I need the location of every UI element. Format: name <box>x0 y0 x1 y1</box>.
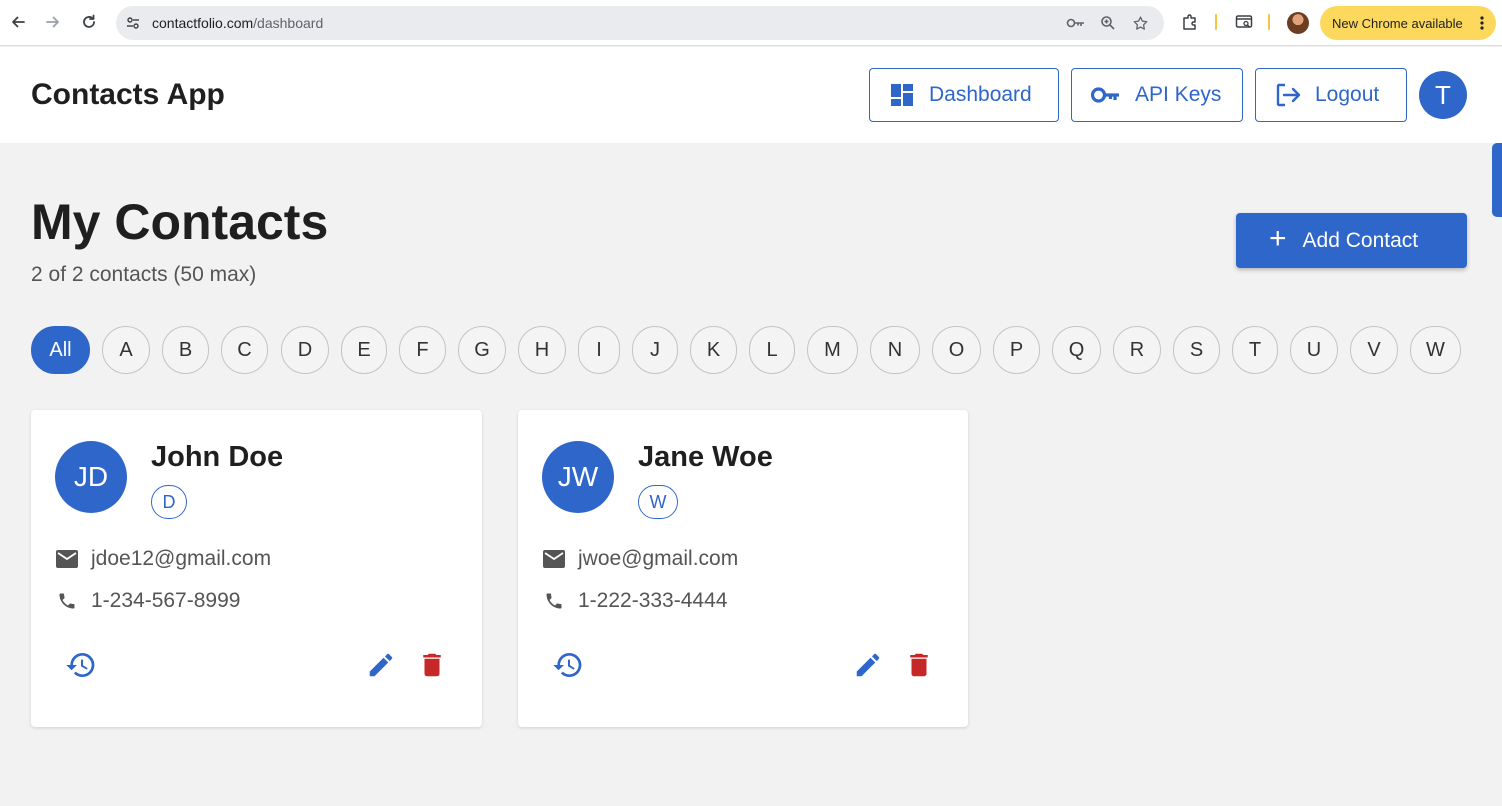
filter-chip-q[interactable]: Q <box>1052 326 1101 374</box>
history-icon[interactable] <box>551 648 585 682</box>
contact-email: jwoe@gmail.com <box>578 547 739 570</box>
filter-chip-i[interactable]: I <box>578 326 620 374</box>
toolbar-divider <box>1268 14 1270 30</box>
filter-chip-g[interactable]: G <box>458 326 506 374</box>
tab-search-icon[interactable] <box>1233 11 1255 33</box>
contact-phone: 1-222-333-4444 <box>578 589 728 612</box>
forward-arrow-icon[interactable] <box>41 10 65 34</box>
more-options-icon[interactable] <box>1480 15 1484 34</box>
update-label: New Chrome available <box>1332 15 1463 31</box>
password-key-icon[interactable] <box>1066 13 1086 33</box>
filter-chip-f[interactable]: F <box>399 326 446 374</box>
user-avatar[interactable]: T <box>1419 71 1467 119</box>
contact-avatar: JD <box>55 441 127 513</box>
page-title: My Contacts <box>31 194 329 250</box>
back-arrow-icon[interactable] <box>6 10 30 34</box>
contact-email: jdoe12@gmail.com <box>91 547 272 570</box>
filter-chip-r[interactable]: R <box>1113 326 1161 374</box>
filter-chip-s[interactable]: S <box>1173 326 1220 374</box>
bookmark-star-icon[interactable] <box>1130 13 1150 33</box>
url-text: contactfolio.com/dashboard <box>152 15 324 31</box>
chrome-update-button[interactable]: New Chrome available <box>1320 6 1496 40</box>
api-keys-button[interactable]: API Keys <box>1071 68 1243 122</box>
contact-card: JW Jane Woe W jwoe@gmail.com 1-222-333-4… <box>518 410 968 727</box>
contact-name: John Doe <box>151 441 284 473</box>
filter-chip-o[interactable]: O <box>932 326 981 374</box>
phone-icon <box>542 589 566 613</box>
key-icon <box>1091 82 1121 108</box>
dashboard-icon <box>889 82 915 108</box>
dashboard-label: Dashboard <box>929 83 1032 106</box>
plus-icon: + <box>1269 222 1287 255</box>
filter-chip-h[interactable]: H <box>518 326 566 374</box>
app-title: Contacts App <box>31 78 225 111</box>
trash-icon[interactable] <box>902 648 936 682</box>
trash-icon[interactable] <box>415 648 449 682</box>
filter-chip-c[interactable]: C <box>221 326 268 374</box>
logout-button[interactable]: Logout <box>1255 68 1407 122</box>
pencil-icon[interactable] <box>364 648 398 682</box>
site-settings-icon[interactable] <box>123 13 143 33</box>
logout-label: Logout <box>1315 83 1380 106</box>
filter-chip-u[interactable]: U <box>1290 326 1338 374</box>
reload-icon[interactable] <box>77 10 101 34</box>
extensions-icon[interactable] <box>1179 11 1201 33</box>
filter-chip-a[interactable]: A <box>102 326 150 374</box>
filter-chip-m[interactable]: M <box>807 326 858 374</box>
phone-icon <box>55 589 79 613</box>
filter-chip-k[interactable]: K <box>690 326 737 374</box>
filter-chip-p[interactable]: P <box>993 326 1040 374</box>
pencil-icon[interactable] <box>851 648 885 682</box>
profile-avatar[interactable] <box>1287 12 1309 34</box>
app-header: Contacts App Dashboard API Keys Logout T <box>0 47 1502 143</box>
dashboard-button[interactable]: Dashboard <box>869 68 1059 122</box>
filter-chip-w[interactable]: W <box>1410 326 1461 374</box>
contact-letter-badge: D <box>151 485 187 519</box>
mail-icon <box>55 547 79 571</box>
filter-chip-e[interactable]: E <box>341 326 387 374</box>
add-contact-button[interactable]: + Add Contact <box>1236 213 1467 268</box>
contact-letter-badge: W <box>638 485 678 519</box>
scrollbar-thumb[interactable] <box>1492 143 1502 217</box>
logout-icon <box>1275 82 1301 108</box>
filter-chip-l[interactable]: L <box>749 326 795 374</box>
contact-phone: 1-234-567-8999 <box>91 589 241 612</box>
filter-chip-j[interactable]: J <box>632 326 678 374</box>
address-bar[interactable]: contactfolio.com/dashboard <box>116 6 1164 40</box>
contact-name: Jane Woe <box>638 441 773 473</box>
filter-chip-all[interactable]: All <box>31 326 90 374</box>
contact-count: 2 of 2 contacts (50 max) <box>31 263 257 286</box>
contact-avatar: JW <box>542 441 614 513</box>
filter-chip-v[interactable]: V <box>1350 326 1398 374</box>
history-icon[interactable] <box>64 648 98 682</box>
toolbar-divider <box>1215 14 1217 30</box>
filter-chip-n[interactable]: N <box>870 326 920 374</box>
browser-toolbar: contactfolio.com/dashboard New Chrome av… <box>0 0 1502 46</box>
filter-chip-t[interactable]: T <box>1232 326 1278 374</box>
contact-card: JD John Doe D jdoe12@gmail.com 1-234-567… <box>31 410 482 727</box>
zoom-icon[interactable] <box>1098 13 1118 33</box>
mail-icon <box>542 547 566 571</box>
filter-chip-b[interactable]: B <box>162 326 209 374</box>
api-keys-label: API Keys <box>1135 83 1222 106</box>
filter-chip-d[interactable]: D <box>281 326 329 374</box>
add-contact-label: Add Contact <box>1302 228 1419 252</box>
